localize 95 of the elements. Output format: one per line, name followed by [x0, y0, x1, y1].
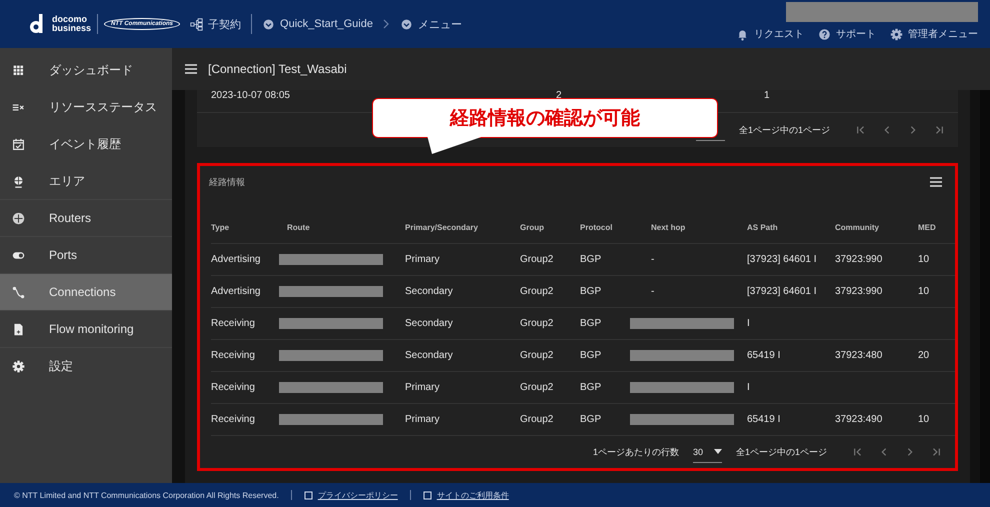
table-cell: 10: [918, 244, 955, 276]
sidebar-item[interactable]: ダッシュボード: [0, 52, 172, 89]
column-header: Type: [211, 212, 287, 244]
table-cell-text: 2023-10-07 08:05: [211, 90, 291, 101]
calendar-icon: [12, 138, 25, 150]
chevron-right-icon: [382, 19, 390, 29]
table-cell: Secondary: [405, 340, 520, 372]
table-cell: BGP: [580, 244, 651, 276]
table-cell: Group2: [520, 276, 580, 308]
grid-icon: [12, 64, 25, 76]
next-page-icon[interactable]: [908, 125, 918, 135]
table-cell: 65419 I: [747, 404, 835, 436]
first-page-icon[interactable]: [856, 125, 866, 135]
table-cell: Group2: [520, 244, 580, 276]
logo-text: business: [52, 24, 92, 33]
chevron-circle-icon: [400, 18, 413, 30]
table-cell: Group2: [520, 404, 580, 436]
breadcrumb-link[interactable]: 子契約: [190, 16, 242, 32]
rows-per-page-select[interactable]: 30: [692, 442, 722, 462]
breadcrumb-link[interactable]: メニュー: [400, 16, 462, 32]
copyright-text: © NTT Limited and NTT Communications Corporation All Rights Reserved.: [14, 490, 279, 500]
previous-page-icon[interactable]: [879, 447, 889, 457]
breadcrumb-link[interactable]: Quick_Start_Guide: [262, 18, 373, 30]
file-icon: [12, 322, 25, 336]
previous-page-icon[interactable]: [882, 125, 892, 135]
rows-per-page-label: 1ページあたりの行数: [592, 446, 679, 458]
table-cell: 10: [918, 404, 955, 436]
hierarchy-icon: [190, 18, 204, 30]
header-link[interactable]: 管理者メニュー: [890, 27, 978, 41]
scrollbar[interactable]: [980, 90, 990, 483]
sidebar-item[interactable]: Flow monitoring: [0, 311, 172, 348]
table-cell-text: 1: [764, 90, 771, 101]
table-cell-text: 2: [556, 90, 563, 101]
column-header: Group: [520, 212, 580, 244]
table-cell: Group2: [520, 340, 580, 372]
header-link[interactable]: リクエスト: [736, 27, 804, 41]
globe-icon: [12, 174, 25, 188]
sidebar-item[interactable]: Connections: [0, 274, 172, 311]
sidebar-item[interactable]: イベント履歴: [0, 126, 172, 163]
connection-icon: [12, 286, 25, 298]
table-cell: BGP: [580, 276, 651, 308]
table-cell: [37923] 64601 I: [747, 276, 835, 308]
page-info: 全1ページ中の1ページ: [736, 446, 827, 458]
sidebar-item[interactable]: 設定: [0, 348, 172, 385]
header-link[interactable]: サポート: [818, 27, 876, 41]
table-cell: Primary: [405, 404, 520, 436]
sidebar-item[interactable]: Routers: [0, 200, 172, 237]
table-cell: 37923:480: [835, 340, 918, 372]
page-info: 全1ページ中の1ページ: [738, 124, 830, 136]
table-cell: Secondary: [405, 276, 520, 308]
settings-icon: [12, 360, 25, 372]
card-title: 経路情報: [209, 176, 245, 189]
table-cell: Primary: [405, 372, 520, 404]
router-icon: [12, 212, 25, 224]
table-cell: 37923:990: [835, 244, 918, 276]
table-cell: -: [651, 244, 747, 276]
column-header: AS Path: [747, 212, 835, 244]
caret-icon: [714, 449, 722, 454]
window-icon: [422, 490, 432, 500]
footer-link[interactable]: プライバシーポリシー: [304, 490, 398, 500]
table-cell: Primary: [405, 244, 520, 276]
table-cell: Secondary: [405, 308, 520, 340]
column-header: Primary/Secondary: [405, 212, 520, 244]
last-page-icon[interactable]: [934, 125, 944, 135]
menu-icon[interactable]: [929, 176, 943, 188]
column-header: Route: [287, 212, 405, 244]
table-cell: I: [747, 308, 835, 340]
column-header: Next hop: [651, 212, 747, 244]
menu-icon[interactable]: [184, 63, 198, 75]
last-page-icon[interactable]: [931, 447, 941, 457]
table-cell: Group2: [520, 308, 580, 340]
table-cell: I: [747, 372, 835, 404]
help-icon: [818, 28, 831, 40]
column-header: Community: [835, 212, 918, 244]
table-cell: 37923:490: [835, 404, 918, 436]
table-cell: 37923:990: [835, 276, 918, 308]
logo-text: docomo: [52, 15, 88, 24]
first-page-icon[interactable]: [853, 447, 863, 457]
bell-icon: [736, 28, 749, 40]
sidebar-item[interactable]: リソースステータス: [0, 89, 172, 126]
footer-link[interactable]: サイトのご利用条件: [422, 490, 509, 500]
column-header: MED: [918, 212, 955, 244]
table-cell: -: [651, 276, 747, 308]
table-cell: 65419 I: [747, 340, 835, 372]
table-cell: 20: [918, 340, 955, 372]
window-icon: [304, 490, 313, 500]
sidebar-item[interactable]: エリア: [0, 163, 172, 200]
column-header: Protocol: [580, 212, 651, 244]
next-page-icon[interactable]: [905, 447, 915, 457]
chevron-circle-icon: [262, 18, 276, 30]
table-cell: Group2: [520, 372, 580, 404]
page-title: [Connection] Test_Wasabi: [208, 62, 347, 76]
table-cell: [37923] 64601 I: [747, 244, 835, 276]
table-cell: 10: [918, 276, 955, 308]
settings-icon: [890, 28, 903, 40]
